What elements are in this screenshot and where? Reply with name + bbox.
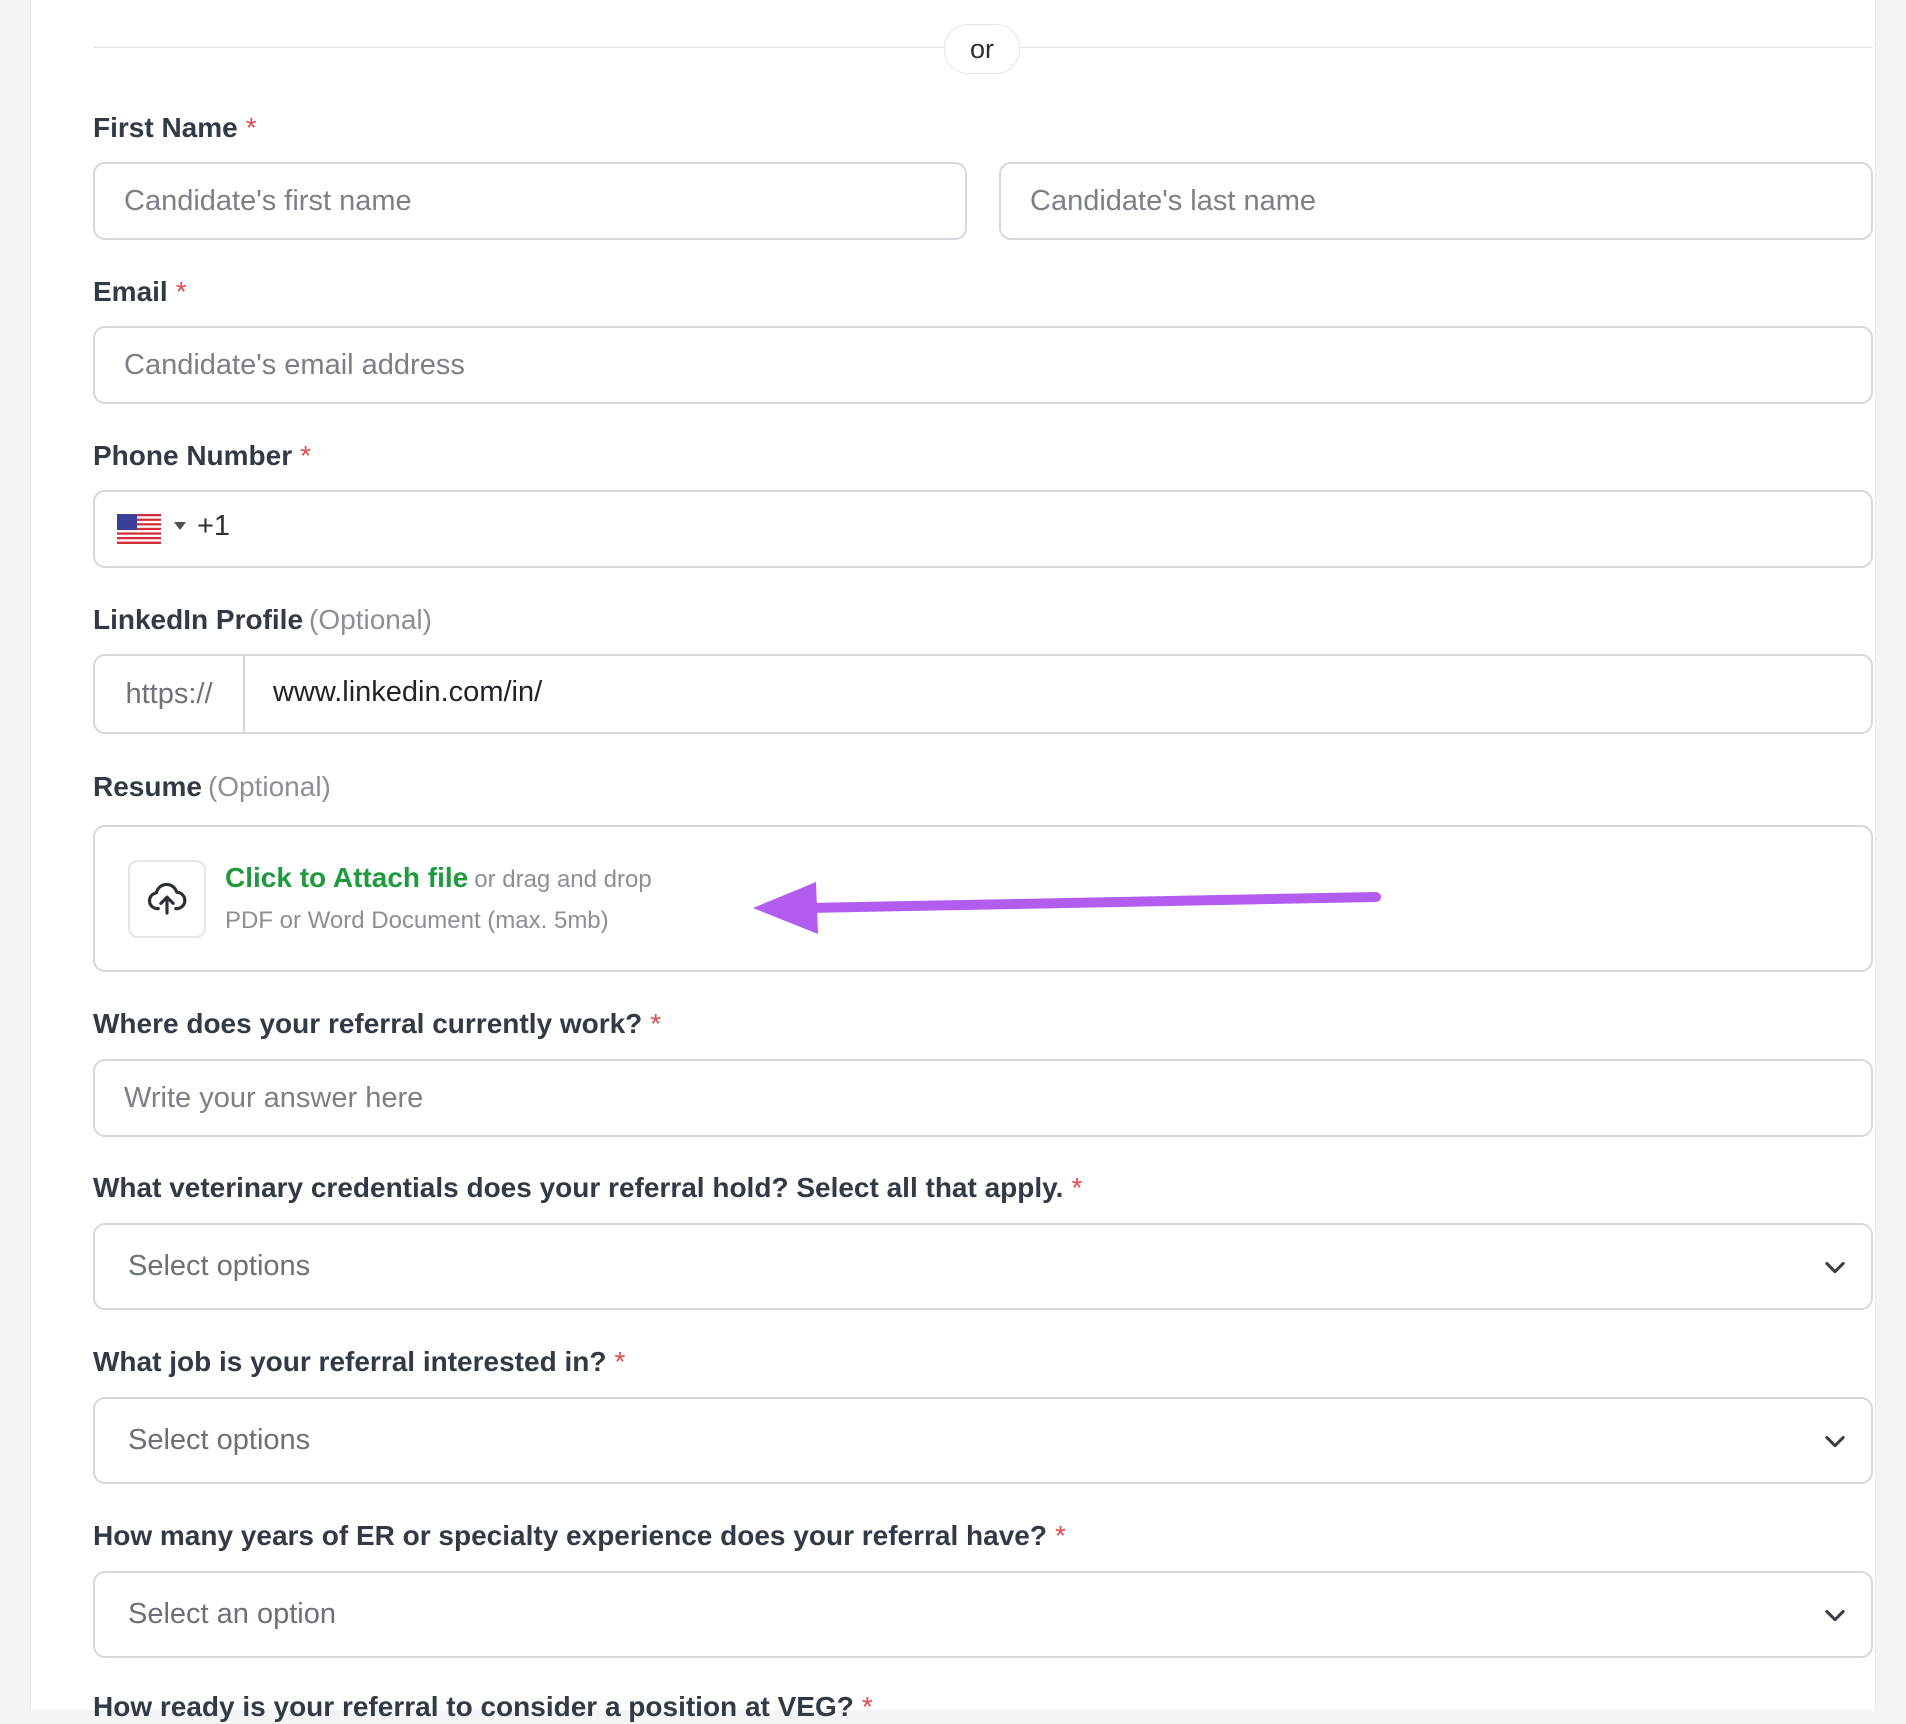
first-name-label-text: First Name <box>93 112 238 143</box>
job-select-value: Select options <box>128 1424 311 1456</box>
attach-file-link[interactable]: Click to Attach file <box>225 862 468 893</box>
referral-form: or First Name * Candidate's first name Ca… <box>93 0 1873 1722</box>
experience-select[interactable]: Select an option <box>93 1571 1873 1658</box>
credentials-select-value: Select options <box>128 1250 311 1282</box>
work-answer-placeholder: Write your answer here <box>124 1081 424 1114</box>
required-asterisk: * <box>300 440 312 471</box>
chevron-down-icon[interactable] <box>1821 1427 1849 1455</box>
form-card: or First Name * Candidate's first name Ca… <box>30 0 1876 1722</box>
credentials-select[interactable]: Select options <box>93 1223 1873 1310</box>
required-asterisk: * <box>1071 1172 1083 1203</box>
email-label: Email * <box>93 275 187 309</box>
linkedin-label-text: LinkedIn Profile <box>93 604 304 635</box>
upload-instructions: Click to Attach file or drag and drop <box>225 862 652 894</box>
first-name-label: First Name * <box>93 111 257 145</box>
upload-cloud-icon[interactable] <box>128 860 206 938</box>
linkedin-value[interactable]: www.linkedin.com/in/ <box>273 676 542 709</box>
optional-tag: (Optional) <box>207 771 331 802</box>
linkedin-input[interactable]: https:// www.linkedin.com/in/ <box>93 654 1873 734</box>
last-name-placeholder: Candidate's last name <box>1030 184 1317 217</box>
credentials-question-label: What veterinary credentials does your re… <box>93 1171 1082 1205</box>
required-asterisk: * <box>614 1346 626 1377</box>
readiness-question-label: How ready is your referral to consider a… <box>93 1690 873 1724</box>
dial-code: +1 <box>197 510 231 542</box>
last-name-input[interactable]: Candidate's last name <box>999 162 1873 240</box>
optional-tag: (Optional) <box>309 604 432 635</box>
drag-drop-text: or drag and drop <box>474 866 652 893</box>
us-flag-icon[interactable] <box>117 514 161 544</box>
experience-question-text: How many years of ER or specialty experi… <box>93 1520 1047 1551</box>
work-question-label: Where does your referral currently work?… <box>93 1007 661 1041</box>
country-dropdown-caret-icon[interactable] <box>174 522 186 530</box>
readiness-question-text: How ready is your referral to consider a… <box>93 1691 854 1722</box>
job-select[interactable]: Select options <box>93 1397 1873 1484</box>
chevron-down-icon[interactable] <box>1821 1253 1849 1281</box>
work-answer-input[interactable]: Write your answer here <box>93 1059 1873 1137</box>
email-input[interactable]: Candidate's email address <box>93 326 1873 404</box>
work-question-text: Where does your referral currently work? <box>93 1008 643 1039</box>
phone-label-text: Phone Number <box>93 440 293 471</box>
resume-label: Resume (Optional) <box>93 770 331 804</box>
url-prefix: https:// <box>95 656 245 732</box>
linkedin-label: LinkedIn Profile (Optional) <box>93 603 432 637</box>
required-asterisk: * <box>175 276 187 307</box>
resume-label-text: Resume <box>93 771 202 802</box>
credentials-question-text: What veterinary credentials does your re… <box>93 1172 1064 1203</box>
experience-select-value: Select an option <box>128 1598 336 1630</box>
required-asterisk: * <box>650 1008 662 1039</box>
email-placeholder: Candidate's email address <box>124 348 465 381</box>
or-divider: or <box>944 24 1020 74</box>
phone-input[interactable]: +1 <box>93 490 1873 568</box>
annotation-arrow-icon <box>753 882 1381 934</box>
required-asterisk: * <box>1054 1520 1066 1551</box>
experience-question-label: How many years of ER or specialty experi… <box>93 1519 1066 1553</box>
job-question-text: What job is your referral interested in? <box>93 1346 607 1377</box>
chevron-down-icon[interactable] <box>1821 1601 1849 1629</box>
job-question-label: What job is your referral interested in?… <box>93 1345 625 1379</box>
upload-hint: PDF or Word Document (max. 5mb) <box>225 907 609 934</box>
first-name-input[interactable]: Candidate's first name <box>93 162 967 240</box>
first-name-placeholder: Candidate's first name <box>124 184 412 217</box>
phone-label: Phone Number * <box>93 439 311 473</box>
required-asterisk: * <box>861 1691 873 1722</box>
required-asterisk: * <box>245 112 257 143</box>
email-label-text: Email <box>93 276 168 307</box>
